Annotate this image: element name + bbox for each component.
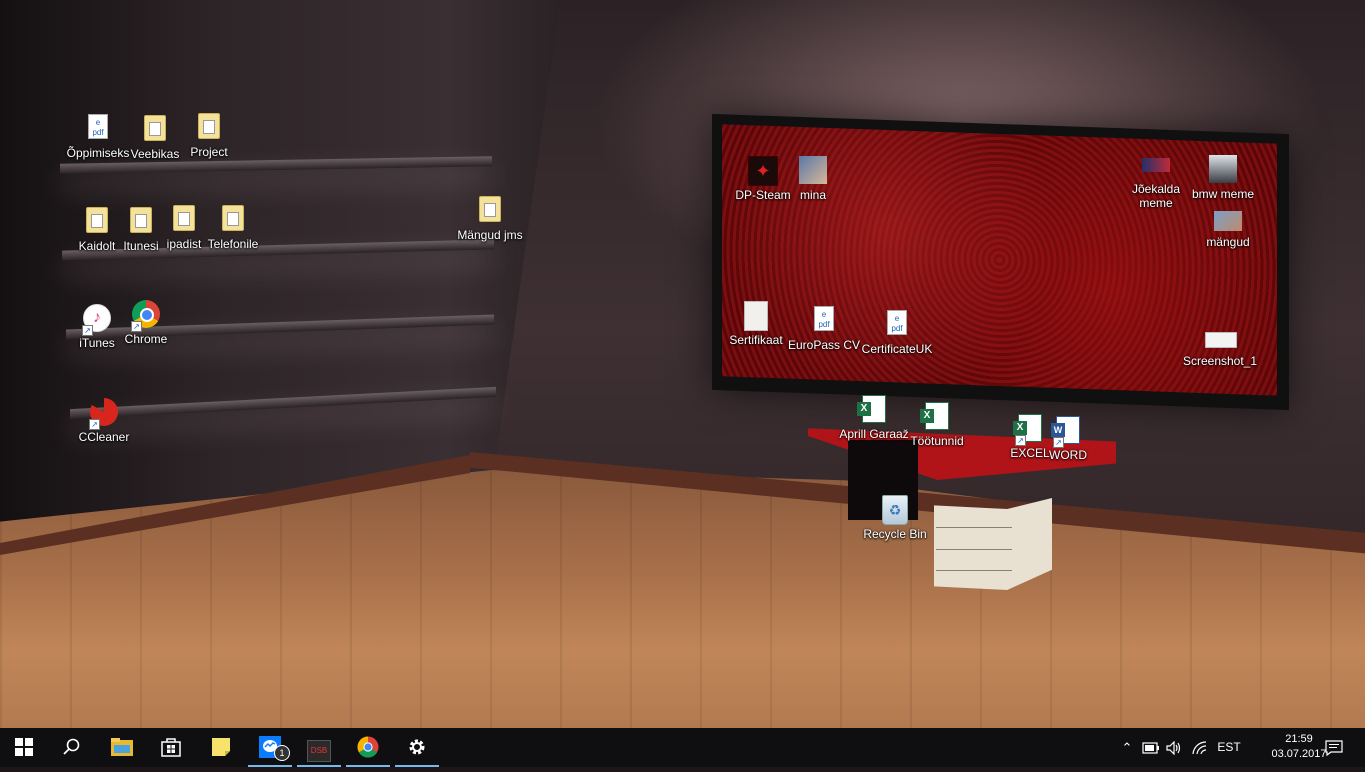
dsb-icon: DSB bbox=[307, 740, 331, 762]
desktop-icon-label: Töötunnid bbox=[910, 434, 964, 448]
wallpaper-drawer-line bbox=[936, 549, 1012, 550]
image-icon bbox=[1205, 332, 1237, 348]
network-icon[interactable] bbox=[1189, 728, 1211, 767]
search-icon bbox=[63, 738, 80, 755]
shortcut-arrow-icon: ↗ bbox=[82, 325, 93, 336]
excel-file-icon bbox=[857, 395, 886, 423]
pdf-icon: e pdf bbox=[887, 310, 907, 335]
wallpaper-drawer-line bbox=[936, 527, 1012, 528]
clock[interactable]: 21:59 03.07.2017 bbox=[1271, 732, 1327, 762]
desktop-icon-label: CertificateUK bbox=[861, 342, 933, 356]
taskbar-sticky-notes[interactable] bbox=[199, 728, 243, 767]
taskbar: 1 DSB ⌃ EST 21:59 03.07.2017 bbox=[0, 728, 1365, 767]
note-icon bbox=[212, 738, 230, 756]
photo-icon bbox=[1142, 158, 1170, 172]
shortcut-arrow-icon: ↗ bbox=[131, 321, 142, 332]
photo-icon bbox=[1214, 211, 1242, 231]
taskbar-messenger[interactable]: 1 bbox=[248, 728, 292, 767]
taskbar-dsb[interactable]: DSB bbox=[297, 728, 341, 767]
desktop-icon-screenshot-1[interactable]: Screenshot_1 bbox=[1179, 328, 1261, 368]
desktop-icon-label: EuroPass CV bbox=[787, 338, 861, 352]
search-button[interactable] bbox=[50, 728, 94, 767]
shortcut-arrow-icon: ↗ bbox=[89, 419, 100, 430]
desktop-icon-label: Recycle Bin bbox=[863, 527, 927, 541]
desktop-icon-label: CCleaner bbox=[78, 430, 130, 444]
desktop-icon-mina[interactable]: mina bbox=[772, 156, 854, 202]
desktop-icon-recycle-bin[interactable]: ♻ Recycle Bin bbox=[854, 495, 936, 541]
photo-icon bbox=[799, 156, 827, 184]
gear-icon bbox=[409, 739, 425, 755]
desktop-icon-label: Mängud jms bbox=[457, 228, 523, 242]
show-hidden-icons-button[interactable]: ⌃ bbox=[1118, 728, 1136, 767]
desktop-icon-word[interactable]: ↗ WORD bbox=[1027, 414, 1109, 462]
dsb-icon-label: DSB bbox=[310, 746, 328, 755]
folder-icon bbox=[198, 113, 220, 139]
store-icon bbox=[161, 738, 181, 757]
taskbar-file-explorer[interactable] bbox=[100, 728, 144, 767]
desktop-icon-certificateuk[interactable]: e pdf CertificateUK bbox=[856, 308, 938, 356]
wallpaper-drawer-line bbox=[936, 570, 1012, 571]
desktop-icon-chrome[interactable]: ↗ Chrome bbox=[105, 300, 187, 346]
folder-icon bbox=[111, 738, 133, 756]
desktop-icon-label: Telefonile bbox=[207, 237, 259, 251]
chrome-icon bbox=[357, 736, 379, 758]
desktop-icon-label: Chrome bbox=[124, 332, 168, 346]
notification-icon bbox=[1325, 740, 1343, 757]
desktop-icon-label: Screenshot_1 bbox=[1182, 354, 1258, 368]
action-center-button[interactable] bbox=[1320, 728, 1348, 767]
folder-icon bbox=[479, 196, 501, 222]
pdf-icon: e pdf bbox=[814, 306, 834, 331]
wallpaper-drawer bbox=[934, 498, 1052, 590]
desktop-icon-label: mängud bbox=[1206, 235, 1250, 249]
desktop-icon-mangud-jms[interactable]: Mängud jms bbox=[449, 193, 531, 242]
speaker-icon bbox=[1166, 740, 1181, 756]
start-button[interactable] bbox=[2, 728, 46, 767]
desktop-icon-label: WORD bbox=[1049, 448, 1087, 462]
desktop-icon-project[interactable]: Project bbox=[168, 110, 250, 159]
windows-icon bbox=[15, 738, 33, 756]
taskbar-chrome[interactable] bbox=[346, 728, 390, 767]
pdf-folder-icon: e pdf bbox=[88, 114, 108, 139]
folder-icon bbox=[222, 205, 244, 231]
taskbar-settings[interactable] bbox=[395, 728, 439, 767]
battery-icon[interactable] bbox=[1140, 728, 1162, 767]
desktop-icon-bmw-meme[interactable]: bmw meme bbox=[1182, 155, 1264, 201]
desktop-icon-label: Jõekalda meme bbox=[1131, 182, 1181, 210]
clock-date: 03.07.2017 bbox=[1271, 748, 1327, 760]
desktop-icon-label: mina bbox=[799, 188, 826, 202]
notification-badge: 1 bbox=[274, 745, 290, 761]
photo-icon bbox=[1209, 155, 1237, 183]
desktop[interactable]: e pdf Õppimiseks Veebikas Project Kaidolt… bbox=[0, 0, 1365, 728]
shortcut-arrow-icon: ↗ bbox=[1015, 435, 1026, 446]
desktop-icon-telefonile[interactable]: Telefonile bbox=[192, 202, 274, 251]
desktop-icon-label: bmw meme bbox=[1191, 187, 1254, 201]
desktop-icon-ccleaner[interactable]: ↗ CCleaner bbox=[63, 398, 145, 444]
folder-icon bbox=[144, 115, 166, 141]
excel-file-icon bbox=[920, 402, 949, 430]
battery-icon-glyph bbox=[1142, 742, 1159, 754]
document-icon bbox=[744, 301, 768, 331]
desktop-icon-europass-cv[interactable]: e pdf EuroPass CV bbox=[783, 304, 865, 352]
clock-time: 21:59 bbox=[1285, 733, 1313, 745]
desktop-icon-tootunnid[interactable]: Töötunnid bbox=[896, 400, 978, 448]
desktop-icon-mangud[interactable]: mängud bbox=[1187, 211, 1269, 249]
shortcut-arrow-icon: ↗ bbox=[1053, 437, 1064, 448]
wifi-icon bbox=[1192, 741, 1207, 755]
desktop-icon-label: Project bbox=[190, 145, 228, 159]
recycle-bin-icon: ♻ bbox=[882, 495, 908, 525]
language-indicator[interactable]: EST bbox=[1214, 728, 1244, 767]
volume-icon[interactable] bbox=[1163, 728, 1185, 767]
taskbar-store[interactable] bbox=[149, 728, 193, 767]
